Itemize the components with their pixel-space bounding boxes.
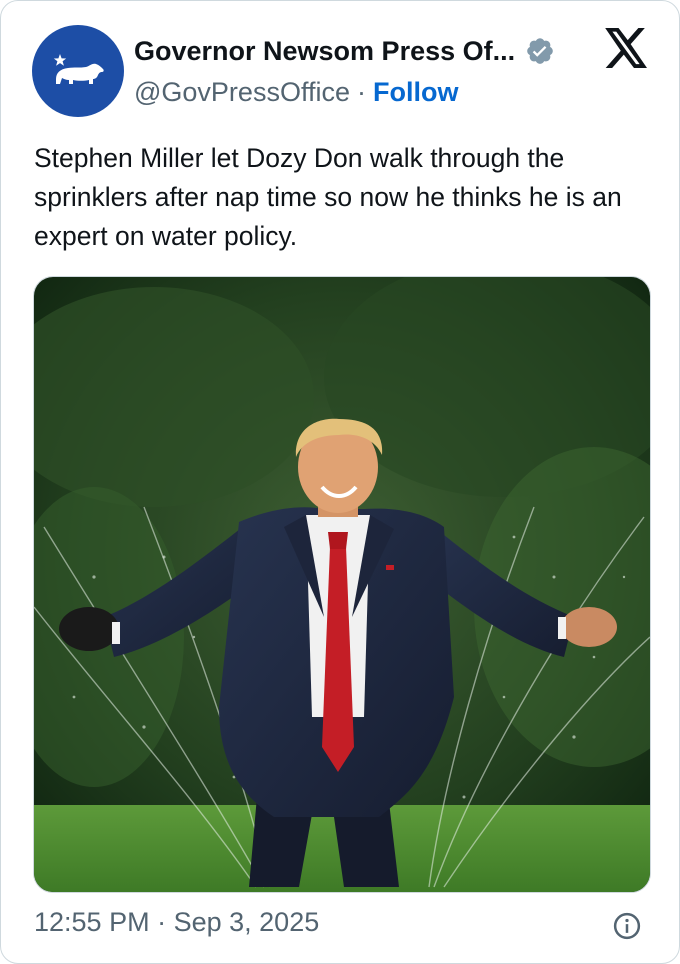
timestamp-separator: · [157, 907, 167, 937]
tweet-date: Sep 3, 2025 [173, 907, 320, 937]
author-handle[interactable]: @GovPressOffice [134, 77, 350, 108]
tweet-media-photo[interactable] [33, 276, 651, 893]
verified-badge-icon[interactable] [525, 36, 555, 66]
california-bear-star-icon [53, 54, 104, 84]
author-name-row: Governor Newsom Press Of... [134, 33, 555, 69]
tweet-time: 12:55 PM [34, 907, 150, 937]
photo-man-in-suit-walking-through-sprinklers [34, 277, 650, 892]
author-display-name[interactable]: Governor Newsom Press Of... [134, 36, 515, 67]
author-avatar[interactable] [32, 25, 124, 117]
tweet-timestamp[interactable]: 12:55 PM · Sep 3, 2025 [34, 907, 319, 938]
author-handle-row: @GovPressOffice · Follow [134, 75, 458, 109]
x-logo-icon[interactable] [605, 28, 649, 68]
handle-separator: · [356, 76, 366, 107]
info-icon[interactable] [612, 911, 642, 941]
tweet-embed-card: Governor Newsom Press Of... @GovPressOff… [0, 0, 680, 964]
follow-button[interactable]: Follow [373, 77, 458, 108]
tweet-text: Stephen Miller let Dozy Don walk through… [34, 143, 622, 251]
